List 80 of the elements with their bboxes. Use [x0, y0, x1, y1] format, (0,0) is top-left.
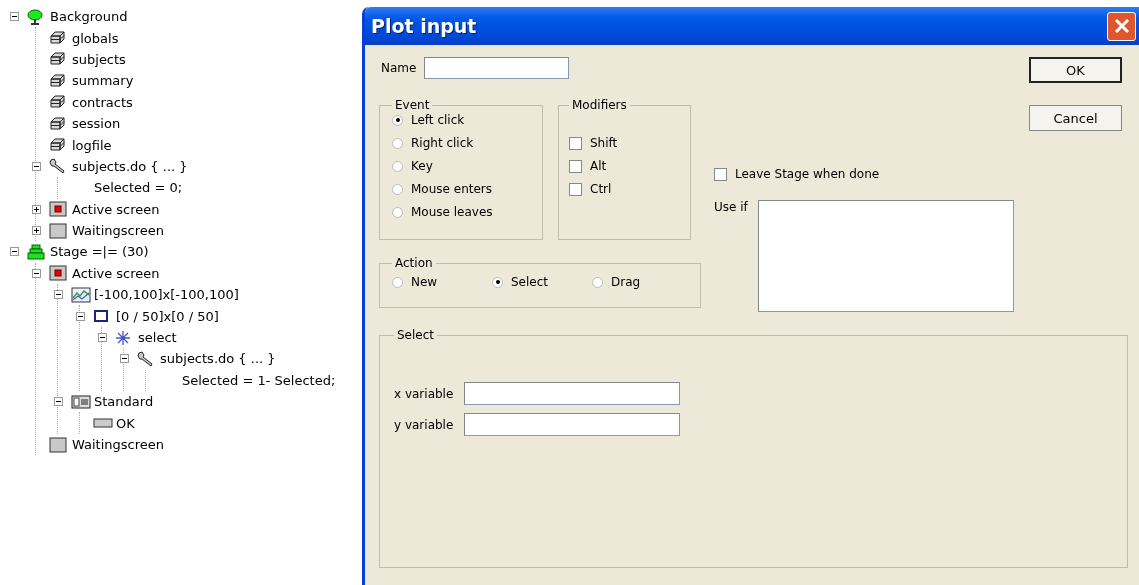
- dialog-button[interactable]: Cancel: [1029, 105, 1122, 131]
- tree-item[interactable]: OK: [116, 415, 135, 431]
- tree-item[interactable]: globals: [72, 30, 119, 46]
- collapse-icon[interactable]: [10, 12, 21, 22]
- group-label: Action: [394, 256, 434, 270]
- leave-stage-option[interactable]: Leave Stage when done: [714, 166, 1014, 182]
- modifier-option[interactable]: Ctrl: [569, 181, 682, 197]
- collapse-icon[interactable]: [54, 290, 65, 300]
- tree-item[interactable]: session: [72, 116, 121, 132]
- screen-icon: [49, 201, 69, 218]
- field-label: Use if: [714, 200, 748, 214]
- collapse-icon[interactable]: [98, 333, 109, 343]
- checkbox[interactable]: [569, 159, 582, 173]
- radio-button[interactable]: [492, 276, 503, 288]
- collapse-icon[interactable]: [120, 354, 131, 364]
- group-label: Event: [394, 98, 431, 112]
- action-option[interactable]: New: [392, 274, 492, 290]
- tree-item[interactable]: Background: [50, 9, 128, 25]
- panel-icon: [71, 393, 91, 410]
- tree-item[interactable]: [0 / 50]x[0 / 50]: [116, 308, 219, 324]
- tree-item[interactable]: Active screen: [72, 265, 160, 281]
- tree-item[interactable]: Waitingscreen: [72, 437, 164, 452]
- tree-item[interactable]: Waitingscreen: [72, 223, 164, 239]
- tree-item[interactable]: Standard: [94, 394, 154, 410]
- chart-icon: [71, 286, 91, 303]
- checkbox[interactable]: [714, 167, 727, 181]
- tree-item[interactable]: select: [138, 330, 177, 346]
- modifier-option[interactable]: Shift: [569, 135, 682, 151]
- radio-button[interactable]: [392, 137, 403, 149]
- close-button[interactable]: [1107, 11, 1136, 41]
- action-option[interactable]: Select: [492, 274, 592, 290]
- tree-item[interactable]: Active screen: [72, 201, 160, 217]
- radio-button[interactable]: [392, 183, 403, 195]
- code-line: Selected = 0;: [94, 180, 183, 196]
- collapse-icon[interactable]: [10, 247, 21, 257]
- name-field[interactable]: [424, 57, 570, 79]
- screen-icon: [49, 265, 69, 282]
- field-label: x variable: [394, 386, 455, 401]
- collapse-icon[interactable]: [32, 161, 43, 171]
- screen-icon: [49, 436, 69, 453]
- collapse-icon[interactable]: [32, 268, 43, 278]
- checkbox[interactable]: [569, 182, 582, 196]
- tree-item[interactable]: subjects.do { ... }: [160, 351, 276, 367]
- radio-button[interactable]: [392, 206, 403, 218]
- code-line: Selected = 1- Selected;: [182, 372, 336, 388]
- radio-button[interactable]: [592, 276, 603, 288]
- tree-item[interactable]: summary: [72, 73, 134, 89]
- radio-button[interactable]: [392, 276, 403, 288]
- checkbox[interactable]: [569, 136, 582, 150]
- expand-icon[interactable]: [32, 204, 43, 214]
- modifier-option[interactable]: Alt: [569, 158, 682, 174]
- field-label: Name: [381, 61, 417, 75]
- tree-item[interactable]: contracts: [72, 94, 133, 110]
- close-icon: [1112, 17, 1131, 35]
- group-label: Select: [396, 328, 436, 342]
- tree-item[interactable]: Stage =|= (30): [50, 244, 149, 260]
- condition-field[interactable]: [757, 200, 1014, 312]
- event-option[interactable]: Mouse leaves: [392, 204, 534, 220]
- stage-icon: [27, 244, 47, 260]
- collapse-icon[interactable]: [54, 397, 65, 407]
- variable-field[interactable]: [464, 413, 680, 436]
- radio-button[interactable]: [392, 114, 403, 126]
- event-option[interactable]: Mouse enters: [392, 181, 534, 197]
- action-option[interactable]: Drag: [592, 274, 692, 290]
- tree-item[interactable]: subjects: [72, 51, 126, 67]
- event-option[interactable]: Left click: [392, 112, 534, 128]
- variable-field[interactable]: [464, 382, 680, 405]
- field-label: y variable: [394, 417, 455, 432]
- tree-item[interactable]: [-100,100]x[-100,100]: [94, 287, 239, 303]
- window-title: Plot input: [371, 15, 477, 37]
- tree-item[interactable]: logfile: [72, 137, 112, 153]
- event-option[interactable]: Key: [392, 158, 534, 174]
- tree-item[interactable]: subjects.do { ... }: [72, 158, 188, 174]
- dialog-button[interactable]: OK: [1029, 57, 1122, 83]
- screen-icon: [49, 222, 69, 239]
- radio-button[interactable]: [392, 160, 403, 172]
- collapse-icon[interactable]: [76, 311, 87, 321]
- event-option[interactable]: Right click: [392, 135, 534, 151]
- expand-icon[interactable]: [32, 226, 43, 236]
- group-label: Modifiers: [571, 98, 628, 112]
